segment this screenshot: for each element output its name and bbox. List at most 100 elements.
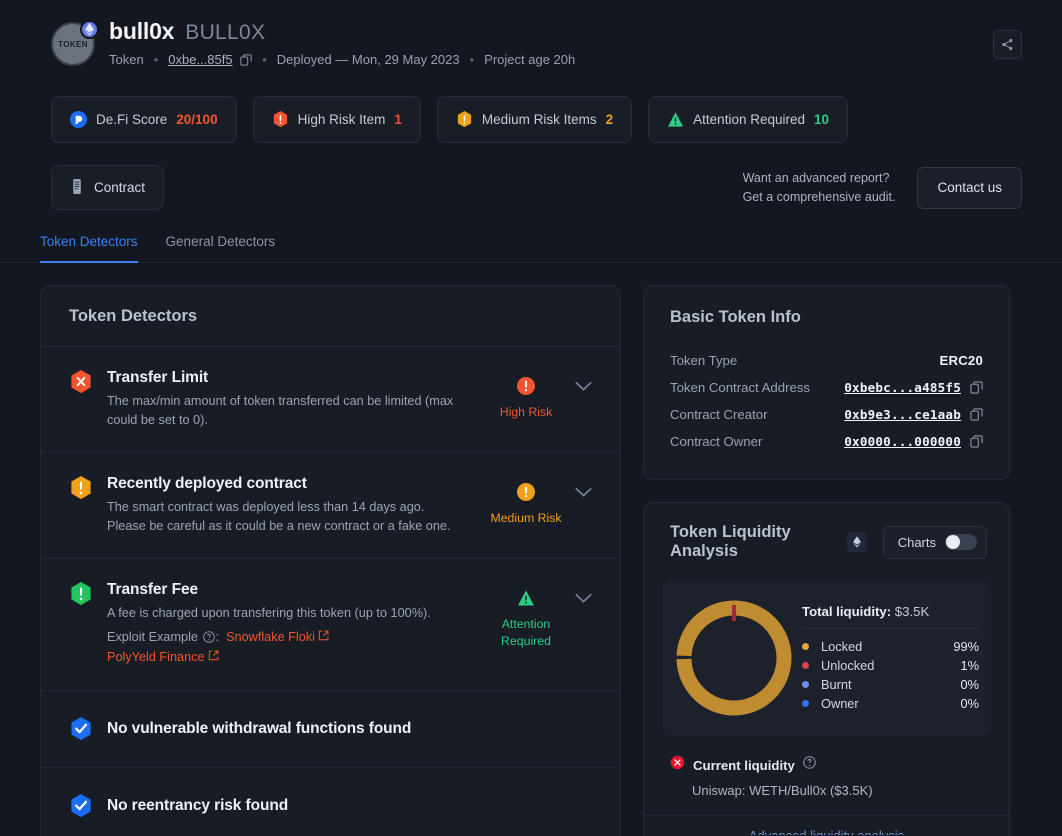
badge-label: De.Fi Score	[96, 112, 168, 127]
document-icon	[70, 178, 84, 198]
detector-row[interactable]: Transfer Fee A fee is charged upon trans…	[41, 559, 620, 691]
current-liquidity-section: Current liquidity Uniswap: WETH/Bull0x (…	[644, 736, 1009, 798]
exclamation-hex-icon	[69, 582, 93, 606]
token-kind: Token	[109, 52, 144, 67]
advanced-liquidity-label: Advanced liquidity analysis	[749, 828, 904, 835]
detector-title: Transfer Fee	[107, 581, 198, 599]
badge-defi-score[interactable]: De.Fi Score 20/100	[51, 96, 237, 143]
table-row: Contract Owner 0x0000...000000	[670, 428, 983, 455]
copy-icon[interactable]	[240, 54, 252, 66]
total-liquidity-value: $3.5K	[894, 603, 930, 619]
legend-label: Unlocked	[821, 657, 875, 673]
charts-toggle[interactable]: Charts	[882, 525, 987, 559]
list-item: Burnt 0%	[802, 675, 979, 694]
copy-icon[interactable]	[970, 381, 983, 394]
table-row: Contract Creator 0xb9e3...ce1aab	[670, 401, 983, 428]
tab-general-detectors[interactable]: General Detectors	[166, 234, 276, 262]
status-label: High Risk	[499, 405, 553, 419]
exploit-examples: Exploit Example : Snowflake Floki PolyYe…	[107, 628, 484, 667]
liquidity-donut-chart: Total liquidity: $3.5K Locked 99% Unlock…	[662, 580, 991, 736]
advanced-liquidity-analysis-link[interactable]: Advanced liquidity analysis	[644, 815, 1009, 836]
legend-value: 0%	[960, 676, 980, 692]
external-link-icon	[318, 630, 329, 644]
advanced-report-line2: Get a comprehensive audit.	[742, 189, 896, 204]
exclamation-hex-icon	[272, 111, 289, 128]
charts-toggle-label: Charts	[897, 534, 936, 550]
detector-tabs: Token Detectors General Detectors	[0, 210, 1062, 263]
row-key: Contract Creator	[670, 407, 768, 422]
status-label: Medium Risk	[490, 511, 562, 526]
legend-label: Burnt	[821, 676, 852, 692]
copy-icon[interactable]	[970, 435, 983, 448]
exclamation-hex-icon	[69, 476, 93, 500]
ethereum-icon	[846, 532, 867, 552]
share-icon	[1002, 38, 1013, 51]
liquidity-legend: Total liquidity: $3.5K Locked 99% Unlock…	[798, 604, 979, 713]
exploit-label: Exploit Example	[107, 630, 198, 645]
legend-value: 1%	[960, 657, 980, 673]
row-value[interactable]: 0xb9e3...ce1aab	[844, 407, 961, 422]
switch-knob	[946, 535, 960, 549]
contact-us-button[interactable]: Contact us	[917, 166, 1022, 209]
detector-row[interactable]: Transfer Limit The max/min amount of tok…	[41, 347, 620, 454]
row-key: Contract Owner	[670, 434, 763, 449]
chevron-down-icon[interactable]	[568, 581, 598, 604]
detector-title: Transfer Limit	[107, 369, 209, 386]
exploit-link-snowflake-floki[interactable]: Snowflake Floki	[226, 630, 315, 644]
exploit-colon: :	[215, 630, 220, 645]
copy-icon[interactable]	[970, 408, 983, 421]
address-link[interactable]: 0xbe...85f5	[168, 52, 232, 67]
badge-label: Attention Required	[693, 112, 805, 127]
legend-dot-burnt	[802, 680, 809, 688]
question-circle-icon[interactable]	[803, 756, 816, 774]
exploit-link-polyyeld-finance[interactable]: PolyYeld Finance	[107, 650, 205, 664]
page-title: bull0x	[109, 18, 175, 44]
defi-token-report-page: TOKEN bull0x BULL0X Token • 0xbe...85f5 …	[0, 0, 1062, 836]
detector-row[interactable]: No vulnerable withdrawal functions found	[41, 691, 620, 768]
contract-toolbar: Contract Want an advanced report? Get a …	[0, 143, 1062, 210]
divider	[802, 627, 979, 629]
detector-row[interactable]: No reentrancy risk found	[41, 768, 620, 836]
badge-value: 2	[605, 112, 614, 127]
tab-token-detectors[interactable]: Token Detectors	[40, 234, 138, 263]
charts-switch[interactable]	[945, 534, 977, 550]
exclamation-circle-icon	[517, 377, 535, 400]
status-badge: High Risk	[484, 369, 568, 421]
chevron-down-icon[interactable]	[568, 475, 598, 498]
contract-button[interactable]: Contract	[51, 165, 165, 210]
separator-dot: •	[469, 52, 475, 67]
x-hex-icon	[69, 370, 93, 394]
donut-chart-svg	[676, 600, 792, 716]
detector-title: Recently deployed contract	[107, 475, 307, 493]
detector-description: The max/min amount of token transferred …	[107, 394, 454, 428]
badge-attention-required[interactable]: Attention Required 10	[648, 96, 849, 143]
ethereum-icon	[80, 20, 99, 39]
detector-description: The smart contract was deployed less tha…	[107, 500, 451, 534]
row-value: ERC20	[939, 353, 983, 368]
exclamation-hex-icon	[456, 111, 473, 128]
token-symbol: BULL0X	[185, 21, 266, 44]
legend-value: 99%	[953, 638, 979, 654]
question-circle-icon[interactable]	[202, 631, 215, 644]
detector-row[interactable]: Recently deployed contract The smart con…	[41, 453, 620, 560]
badge-label: Medium Risk Items	[481, 112, 597, 127]
basic-token-info-card: Basic Token Info Token Type ERC20 Token …	[643, 285, 1010, 480]
status-badge: Medium Risk	[484, 475, 568, 527]
contract-address-short[interactable]: 0xbe...85f5	[168, 52, 252, 67]
chevron-down-icon[interactable]	[568, 369, 598, 392]
badge-value: 20/100	[176, 112, 218, 127]
check-hex-icon	[69, 716, 93, 741]
status-label: Attention Required	[501, 617, 551, 648]
badge-medium-risk[interactable]: Medium Risk Items 2	[436, 96, 633, 143]
warning-triangle-icon	[667, 111, 684, 128]
liquidity-title: Token Liquidity Analysis	[670, 523, 791, 560]
project-age: Project age 20h	[484, 52, 576, 67]
total-liquidity-label: Total liquidity:	[802, 603, 892, 619]
badge-high-risk[interactable]: High Risk Item 1	[252, 96, 421, 143]
share-button[interactable]	[993, 30, 1022, 59]
row-value[interactable]: 0x0000...000000	[844, 434, 961, 449]
row-value[interactable]: 0xbebc...a485f5	[844, 380, 961, 395]
token-liquidity-analysis-card: Token Liquidity Analysis Charts Total li…	[643, 502, 1010, 836]
separator-dot: •	[262, 52, 267, 67]
table-row: Token Type ERC20	[670, 347, 983, 374]
